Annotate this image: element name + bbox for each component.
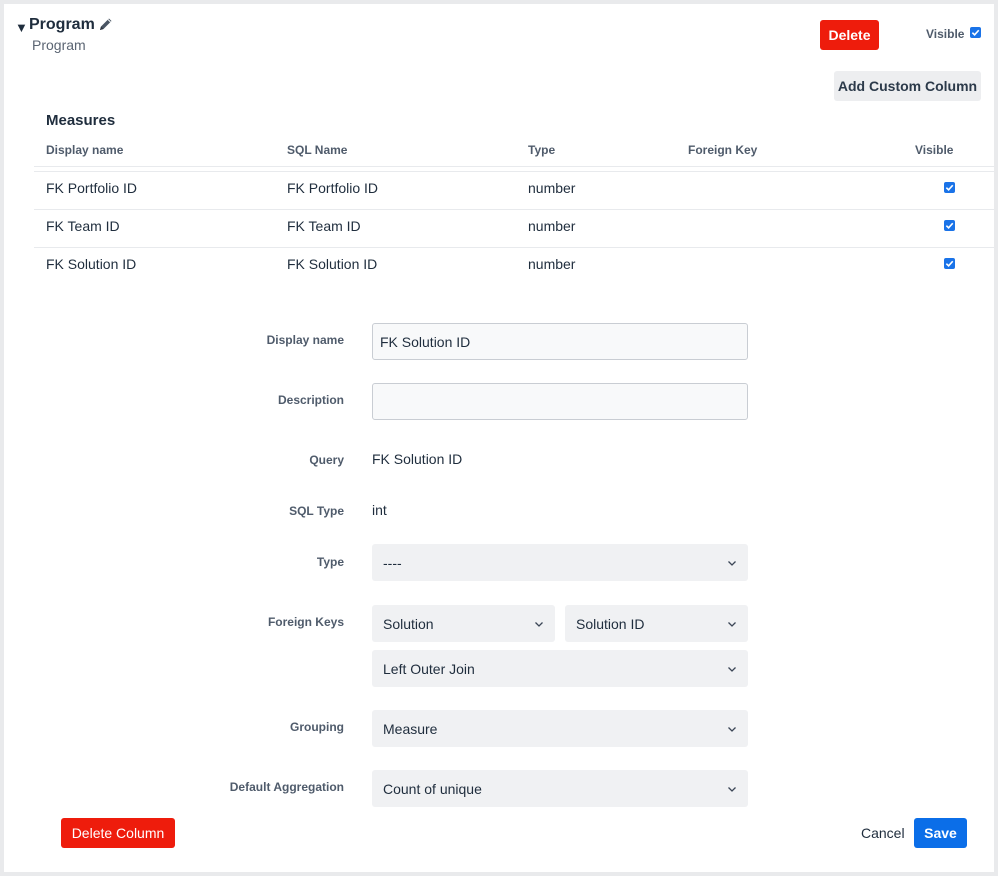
default-aggregation-select-value: Count of unique [383, 780, 482, 797]
query-label: Query [309, 453, 344, 467]
display-name-input[interactable]: FK Solution ID [372, 323, 748, 360]
fk-column-select[interactable]: Solution ID [565, 605, 748, 642]
check-icon [945, 222, 954, 230]
fk-table-select[interactable]: Solution [372, 605, 555, 642]
check-icon [945, 260, 954, 268]
divider [34, 209, 994, 210]
fk-column-select-value: Solution ID [576, 615, 645, 632]
page-subtitle: Program [32, 37, 86, 53]
default-aggregation-label: Default Aggregation [229, 780, 344, 794]
divider [34, 247, 994, 248]
divider [34, 171, 994, 172]
type-select-value: ---- [383, 554, 402, 571]
visible-checkbox[interactable] [970, 27, 981, 38]
chevron-down-icon [728, 666, 736, 672]
page-title: Program [29, 16, 95, 33]
row-display-name[interactable]: FK Portfolio ID [46, 180, 137, 196]
column-header-type: Type [528, 143, 556, 157]
divider [34, 166, 994, 167]
default-aggregation-select[interactable]: Count of unique [372, 770, 748, 807]
pencil-icon[interactable] [98, 16, 114, 32]
type-label: Type [316, 555, 344, 569]
visible-label: Visible [926, 27, 965, 41]
row-type: number [528, 180, 576, 196]
fk-table-select-value: Solution [383, 615, 434, 632]
fk-join-select-value: Left Outer Join [383, 660, 475, 677]
row-display-name[interactable]: FK Team ID [46, 218, 120, 234]
grouping-select-value: Measure [383, 720, 438, 737]
grouping-label: Grouping [290, 720, 344, 734]
delete-button[interactable]: Delete [820, 20, 879, 50]
query-value: FK Solution ID [372, 451, 463, 467]
row-sql-name: FK Portfolio ID [287, 180, 379, 196]
check-icon [971, 29, 980, 37]
row-type: number [528, 218, 576, 234]
chevron-down-icon [728, 786, 736, 792]
collapse-caret-icon[interactable]: ▼ [15, 20, 28, 35]
row-visible-checkbox[interactable] [944, 258, 955, 269]
chevron-down-icon [728, 726, 736, 732]
cancel-button[interactable]: Cancel [861, 825, 905, 841]
row-visible-checkbox[interactable] [944, 220, 955, 231]
display-name-label: Display name [266, 333, 344, 347]
chevron-down-icon [535, 621, 543, 627]
column-header-display-name: Display name [46, 143, 124, 157]
row-visible-checkbox[interactable] [944, 182, 955, 193]
grouping-select[interactable]: Measure [372, 710, 748, 747]
row-display-name[interactable]: FK Solution ID [46, 256, 136, 272]
measures-title: Measures [46, 112, 116, 129]
sql-type-label: SQL Type [289, 504, 344, 518]
foreign-keys-label: Foreign Keys [267, 615, 344, 629]
fk-join-select[interactable]: Left Outer Join [372, 650, 748, 687]
program-panel: ▼ Program Program Delete Visible Add Cus… [4, 4, 994, 872]
delete-column-button[interactable]: Delete Column [61, 818, 175, 848]
chevron-down-icon [728, 621, 736, 627]
description-label: Description [277, 393, 344, 407]
description-input[interactable] [372, 383, 748, 420]
sql-type-value: int [372, 502, 387, 518]
row-sql-name: FK Team ID [287, 218, 361, 234]
row-sql-name: FK Solution ID [287, 256, 378, 272]
row-type: number [528, 256, 576, 272]
column-header-foreign-key: Foreign Key [688, 143, 758, 157]
column-header-sql-name: SQL Name [287, 143, 348, 157]
column-header-visible: Visible [915, 143, 954, 157]
chevron-down-icon [728, 560, 736, 566]
save-button[interactable]: Save [914, 818, 967, 848]
check-icon [945, 184, 954, 192]
add-custom-column-button[interactable]: Add Custom Column [834, 71, 981, 101]
type-select[interactable]: ---- [372, 544, 748, 581]
